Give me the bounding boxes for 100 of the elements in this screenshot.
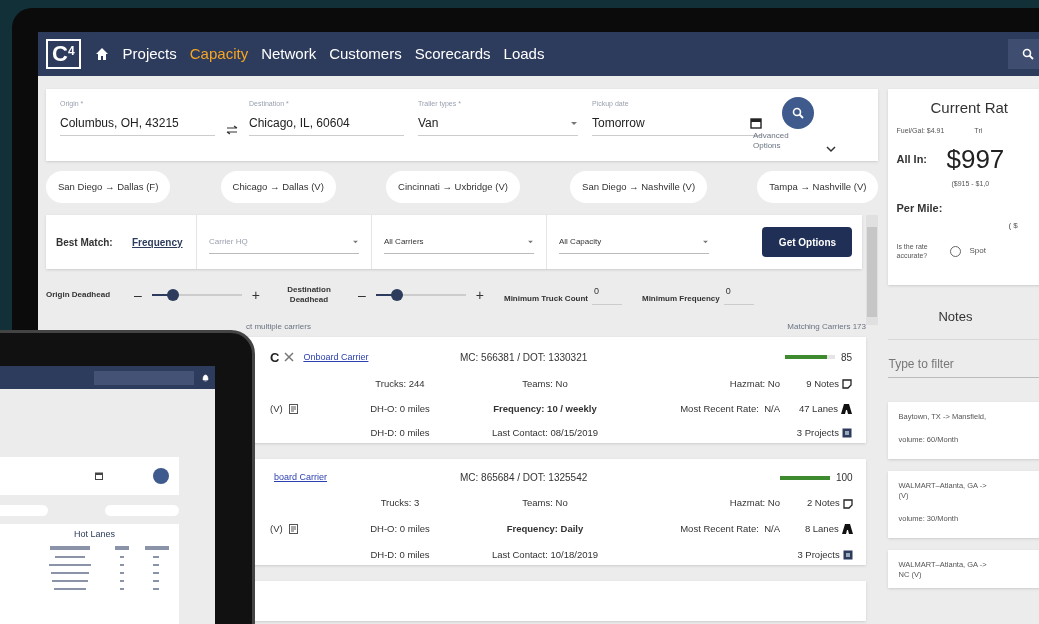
tablet-search-button[interactable]	[153, 468, 169, 484]
onboard-carrier-link[interactable]: board Carrier	[274, 470, 328, 485]
lanes-count: 47 Lanes	[798, 401, 838, 416]
dropdown-arrow-icon[interactable]	[527, 239, 534, 244]
carrier-detail: DH-D: 0 miles	[369, 547, 431, 562]
scrollbar[interactable]	[866, 215, 879, 325]
score-value: 100	[836, 471, 853, 486]
per-mile-label: Per Mile:	[896, 200, 944, 216]
chevron-down-icon[interactable]	[826, 145, 836, 153]
frequency-link[interactable]: Frequency	[126, 234, 196, 250]
carrier-detail: Trucks: 3	[379, 496, 421, 511]
document-icon[interactable]	[288, 403, 300, 414]
dropdown-arrow-icon[interactable]	[570, 120, 578, 126]
input-field[interactable]: Chicago, IL, 60604	[249, 111, 404, 136]
carrier-detail: Last Contact: 10/18/2019	[490, 547, 600, 562]
lane-chip[interactable]: San Diego → Nashville (V)	[570, 171, 708, 203]
dropdown-arrow-icon[interactable]	[352, 239, 359, 244]
carrier-detail: Trucks: 244	[374, 377, 426, 392]
logo[interactable]: C$^{4}$	[46, 39, 81, 69]
number-field[interactable]: 0	[591, 285, 622, 305]
hint-text: ct multiple carriers	[246, 321, 311, 333]
select-field[interactable]: All Capacity	[559, 230, 709, 254]
lane-chip[interactable]: Chicago → Dallas (V)	[220, 171, 336, 203]
carrier-detail: DH-D: 0 miles	[369, 426, 431, 441]
carrier-name: C	[270, 348, 280, 367]
calendar-icon[interactable]	[750, 117, 762, 129]
input-field[interactable]: Van	[418, 111, 578, 136]
equipment-type: (V)	[270, 401, 283, 416]
search-button[interactable]	[782, 97, 814, 129]
bell-icon[interactable]	[202, 373, 209, 382]
carrier-detail: Teams: No	[521, 496, 569, 511]
carrier-detail: Teams: No	[521, 377, 569, 392]
note-icon[interactable]	[842, 498, 853, 509]
plus-button[interactable]: +	[475, 284, 484, 306]
lane-chip[interactable]: San Diego → Dallas (F)	[46, 171, 171, 203]
slider-thumb[interactable]	[391, 289, 404, 301]
onboard-carrier-link[interactable]: Onboard Carrier	[303, 350, 369, 365]
minimum-label: Minimum Frequency	[641, 293, 720, 305]
all-in-label: All In:	[896, 152, 929, 168]
filter-input[interactable]: Type to filter	[888, 351, 1039, 378]
matching-carriers-count: Matching Carriers 173	[787, 321, 866, 333]
slider-label: Destination Deadhead	[286, 285, 332, 305]
per-mile-range: ( $	[1008, 220, 1019, 232]
note-icon[interactable]	[842, 379, 852, 390]
minimum-label: Minimum Truck Count	[503, 293, 588, 305]
tablet-search-field[interactable]	[94, 370, 194, 385]
home-icon[interactable]	[94, 47, 109, 61]
frequency-value: Frequency: 10 / weekly	[492, 401, 598, 416]
slider-label: Origin Deadhead	[46, 290, 111, 300]
best-match-label: Best Match:	[56, 235, 114, 250]
frequency-value: Frequency: Daily	[505, 522, 585, 537]
get-options-button[interactable]: Get Options	[762, 227, 853, 257]
score-value: 85	[840, 350, 852, 365]
lane-chip[interactable]: Cincinnati → Uxbridge (V)	[386, 171, 520, 203]
minus-button[interactable]: –	[358, 284, 366, 306]
carrier-detail: Most Recent Rate: N/A	[679, 401, 780, 416]
clipboard-icon[interactable]	[842, 428, 852, 439]
number-field[interactable]: 0	[723, 285, 754, 305]
swap-icon[interactable]	[225, 125, 239, 135]
input-field[interactable]: Columbus, OH, 43215	[60, 111, 215, 136]
dropdown-arrow-icon[interactable]	[702, 239, 709, 244]
nav-tab[interactable]: Scorecards	[414, 42, 491, 66]
projects-count: 3 Projects	[797, 547, 840, 562]
search-button[interactable]	[1008, 39, 1039, 69]
mc-dot-number: MC: 865684 / DOT: 1325542	[460, 471, 589, 486]
search-icon	[792, 107, 804, 119]
nav-tab[interactable]: Loads	[503, 42, 545, 66]
slider-thumb[interactable]	[167, 289, 180, 301]
road-icon[interactable]	[841, 403, 852, 414]
all-in-rate: $997	[946, 143, 1005, 176]
select-field[interactable]: All Carriers	[384, 230, 534, 254]
document-icon[interactable]	[288, 524, 300, 535]
equipment-type: (V)	[270, 522, 283, 537]
minus-button[interactable]: –	[134, 284, 142, 306]
carrier-detail: Hazmat: No	[728, 496, 780, 511]
nav-tab[interactable]: Projects	[122, 42, 177, 66]
carrier-detail: Last Contact: 08/15/2019	[490, 426, 600, 441]
rate-title: Current Rat	[930, 98, 1009, 118]
notes-title: Notes	[938, 308, 974, 326]
lanes-count: 8 Lanes	[804, 522, 839, 537]
carrier-detail: Most Recent Rate: N/A	[679, 522, 780, 537]
search-icon	[1022, 48, 1034, 60]
nav-tab[interactable]: Customers	[329, 42, 402, 66]
notes-count: 2 Notes	[806, 496, 840, 511]
slider[interactable]	[375, 289, 466, 301]
plus-button[interactable]: +	[251, 284, 260, 306]
nav-tab[interactable]: Network	[261, 42, 317, 66]
clipboard-icon[interactable]	[842, 549, 853, 560]
road-icon[interactable]	[841, 524, 853, 535]
projects-count: 3 Projects	[796, 426, 839, 441]
carrier-detail: DH-O: 0 miles	[369, 522, 431, 537]
hot-lanes-title: Hot Lanes	[74, 528, 115, 541]
nav-tab[interactable]: Capacity	[189, 42, 249, 66]
lane-chip[interactable]: Tampa → Nashville (V)	[757, 171, 879, 203]
carrier-detail: DH-O: 0 miles	[369, 401, 431, 416]
calendar-icon[interactable]	[95, 472, 103, 480]
carrier-detail: Hazmat: No	[728, 377, 780, 392]
slider[interactable]	[151, 289, 242, 301]
mc-dot-number: MC: 566381 / DOT: 1330321	[460, 350, 589, 365]
spot-label: Spot	[969, 245, 986, 257]
